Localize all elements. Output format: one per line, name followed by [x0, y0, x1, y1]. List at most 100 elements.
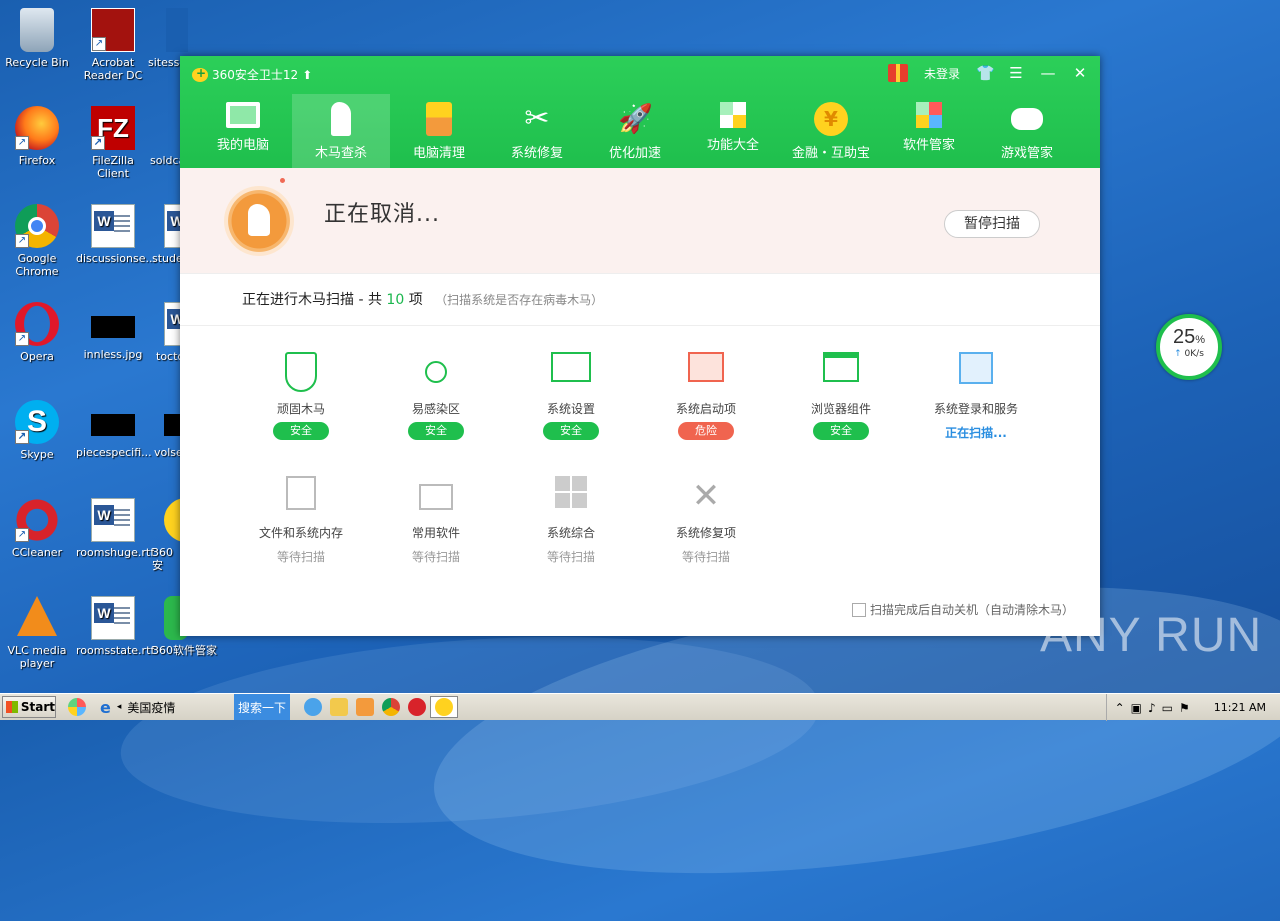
tab-optimize[interactable]: 🚀 优化加速 — [586, 94, 684, 168]
taskbar: Start e ◂ 美国疫情 搜索一下 ⌃ ▣ ♪ ▭ ⚑ 11:21 AM — [0, 693, 1280, 721]
recycle-bin-icon — [20, 8, 54, 52]
scan-count: 10 — [386, 292, 405, 308]
word-document-icon — [91, 596, 135, 640]
close-icon[interactable]: ✕ — [1072, 65, 1088, 81]
waiting-status: 等待扫描 — [276, 550, 325, 564]
auto-shutdown-checkbox[interactable] — [851, 602, 866, 617]
desktop-icon-vlc[interactable]: VLC media player — [0, 596, 74, 670]
tab-game-manager[interactable]: 游戏管家 — [978, 94, 1076, 168]
monitor-icon — [226, 102, 260, 128]
skin-shirt-icon[interactable]: 👕 — [976, 65, 995, 81]
taskbar-ie-icon[interactable] — [300, 696, 326, 718]
taskbar-360-active-icon[interactable] — [430, 696, 458, 718]
desktop-icon-piecespecifi[interactable]: piecespecifi... — [76, 400, 152, 459]
desktop-icon-ccleaner[interactable]: ↗ CCleaner — [0, 498, 74, 559]
menu-icon[interactable]: ☰ — [1008, 65, 1024, 81]
login-link[interactable]: 未登录 — [924, 65, 960, 82]
clock[interactable]: 11:21 AM — [1214, 701, 1266, 714]
minimize-icon[interactable]: — — [1040, 65, 1056, 81]
app-window: 360安全卫士12 ⬆ 未登录 👕 ☰ — ✕ 我的电脑 木马查杀 电脑清理 ✂ — [180, 56, 1100, 636]
scan-status-panel: 正在取消... 暂停扫描 — [180, 168, 1100, 274]
scan-summary: 正在进行木马扫描 - 共 10 项 （扫描系统是否存在病毒木马） — [180, 274, 1100, 326]
network-icon[interactable]: ▣ — [1131, 701, 1142, 715]
status-badge: 安全 — [543, 422, 599, 440]
desktop-icon-innless[interactable]: innless.jpg — [76, 302, 150, 361]
file-icon — [91, 414, 135, 436]
word-document-icon — [91, 498, 135, 542]
waiting-status: 等待扫描 — [546, 550, 595, 564]
tab-features[interactable]: 功能大全 — [684, 94, 782, 168]
power-folder-icon — [688, 352, 724, 382]
windows-flag-icon — [6, 701, 18, 713]
desktop-icon-roomshuge[interactable]: roomshuge.rtf — [76, 498, 154, 559]
volume-icon[interactable]: ♪ — [1148, 701, 1156, 715]
user-card-icon — [959, 352, 993, 384]
desktop-icon-360an[interactable]: 360安 — [152, 498, 182, 572]
desktop-icon-filezilla[interactable]: FZ ↗ FileZilla Client — [76, 106, 150, 180]
upload-arrow-icon: ↑ — [1174, 349, 1182, 359]
360-logo-icon — [192, 66, 208, 82]
settings-monitor-icon — [551, 352, 591, 382]
taskbar-explorer-icon[interactable] — [326, 696, 352, 718]
taskbar-antivirus-icon[interactable] — [404, 696, 430, 718]
show-hidden-icons-icon[interactable]: ⌃ — [1115, 701, 1125, 715]
anyrun-watermark: ANY RUN — [1040, 609, 1263, 662]
waiting-status: 等待扫描 — [411, 550, 460, 564]
status-text: 正在取消... — [324, 202, 440, 227]
desktop-icon-recycle-bin[interactable]: Recycle Bin — [0, 8, 74, 69]
desktop-icon-skype[interactable]: S ↗ Skype — [0, 400, 74, 461]
document-icon — [286, 476, 316, 510]
rocket-icon: 🚀 — [618, 102, 653, 135]
wrench-icon: ✂ — [524, 101, 550, 136]
grid-apps-icon — [720, 102, 746, 128]
scan-item-system-settings: 系统设置 安全 — [516, 352, 626, 440]
image-file-icon — [91, 316, 135, 338]
action-center-flag-icon[interactable]: ⚑ — [1179, 701, 1190, 715]
tab-system-repair[interactable]: ✂ 系统修复 — [488, 94, 586, 168]
gamepad-icon — [1011, 108, 1043, 130]
app-title: 360安全卫士12 ⬆ — [192, 66, 312, 83]
tab-cleanup[interactable]: 电脑清理 — [390, 94, 488, 168]
gift-icon[interactable] — [887, 64, 908, 82]
coin-icon: ¥ — [814, 102, 848, 136]
scan-item-files-memory: 文件和系统内存 等待扫描 — [246, 476, 356, 565]
network-nodes-icon — [425, 361, 447, 383]
file-icon — [166, 8, 188, 52]
software-blocks-icon — [916, 102, 942, 128]
scanning-status: 正在扫描... — [945, 426, 1007, 440]
tab-software-manager[interactable]: 软件管家 — [880, 94, 978, 168]
wrench-screwdriver-icon: ✕ — [691, 476, 721, 516]
speed-widget[interactable]: 25% ↑ 0K/s — [1156, 314, 1222, 380]
search-button[interactable]: 搜索一下 — [234, 694, 290, 720]
desktop-icon-roomsstate[interactable]: roomsstate.rtf — [76, 596, 154, 657]
monitor-tray-icon[interactable]: ▭ — [1162, 701, 1173, 715]
scan-item-login-services: 系统登录和服务 正在扫描... — [921, 352, 1031, 441]
taskbar-chrome-icon[interactable] — [378, 696, 404, 718]
desktop-icon-opera[interactable]: ↗ Opera — [0, 302, 74, 363]
desktop-icon-discussionse[interactable]: discussionse... — [76, 204, 156, 265]
scan-item-browser-components: 浏览器组件 安全 — [786, 352, 896, 440]
taskbar-window-button[interactable]: e ◂ 美国疫情 — [96, 696, 232, 718]
word-document-icon — [91, 204, 135, 248]
scan-item-repair-items: ✕ 系统修复项 等待扫描 — [651, 476, 761, 565]
upgrade-arrow-icon[interactable]: ⬆ — [302, 68, 312, 82]
status-badge: 安全 — [273, 422, 329, 440]
desktop-icon-acrobat[interactable]: ↗ Acrobat Reader DC — [76, 8, 150, 82]
scan-item-vulnerable-area: 易感染区 安全 — [381, 352, 491, 440]
status-dot — [280, 178, 285, 183]
chrome-icon: ↗ — [15, 204, 59, 248]
main-nav: 我的电脑 木马查杀 电脑清理 ✂ 系统修复 🚀 优化加速 功能大全 ¥ 金融・互… — [194, 94, 1076, 168]
taskbar-media-player-icon[interactable] — [352, 696, 378, 718]
windows-logo-icon — [555, 476, 587, 508]
waiting-status: 等待扫描 — [681, 550, 730, 564]
tab-my-computer[interactable]: 我的电脑 — [194, 94, 292, 168]
tab-finance[interactable]: ¥ 金融・互助宝 — [782, 94, 880, 168]
desktop-icon-firefox[interactable]: ↗ Firefox — [0, 106, 74, 167]
start-button[interactable]: Start — [2, 696, 56, 718]
app-header: 360安全卫士12 ⬆ 未登录 👕 ☰ — ✕ 我的电脑 木马查杀 电脑清理 ✂ — [180, 56, 1100, 168]
tab-trojan-scan[interactable]: 木马查杀 — [292, 94, 390, 168]
pause-scan-button[interactable]: 暂停扫描 — [944, 210, 1040, 238]
desktop-icon-chrome[interactable]: ↗ Google Chrome — [0, 204, 74, 278]
taskbar-app-360-icon[interactable] — [64, 696, 90, 718]
window-controls: 未登录 👕 ☰ — ✕ — [887, 64, 1088, 82]
